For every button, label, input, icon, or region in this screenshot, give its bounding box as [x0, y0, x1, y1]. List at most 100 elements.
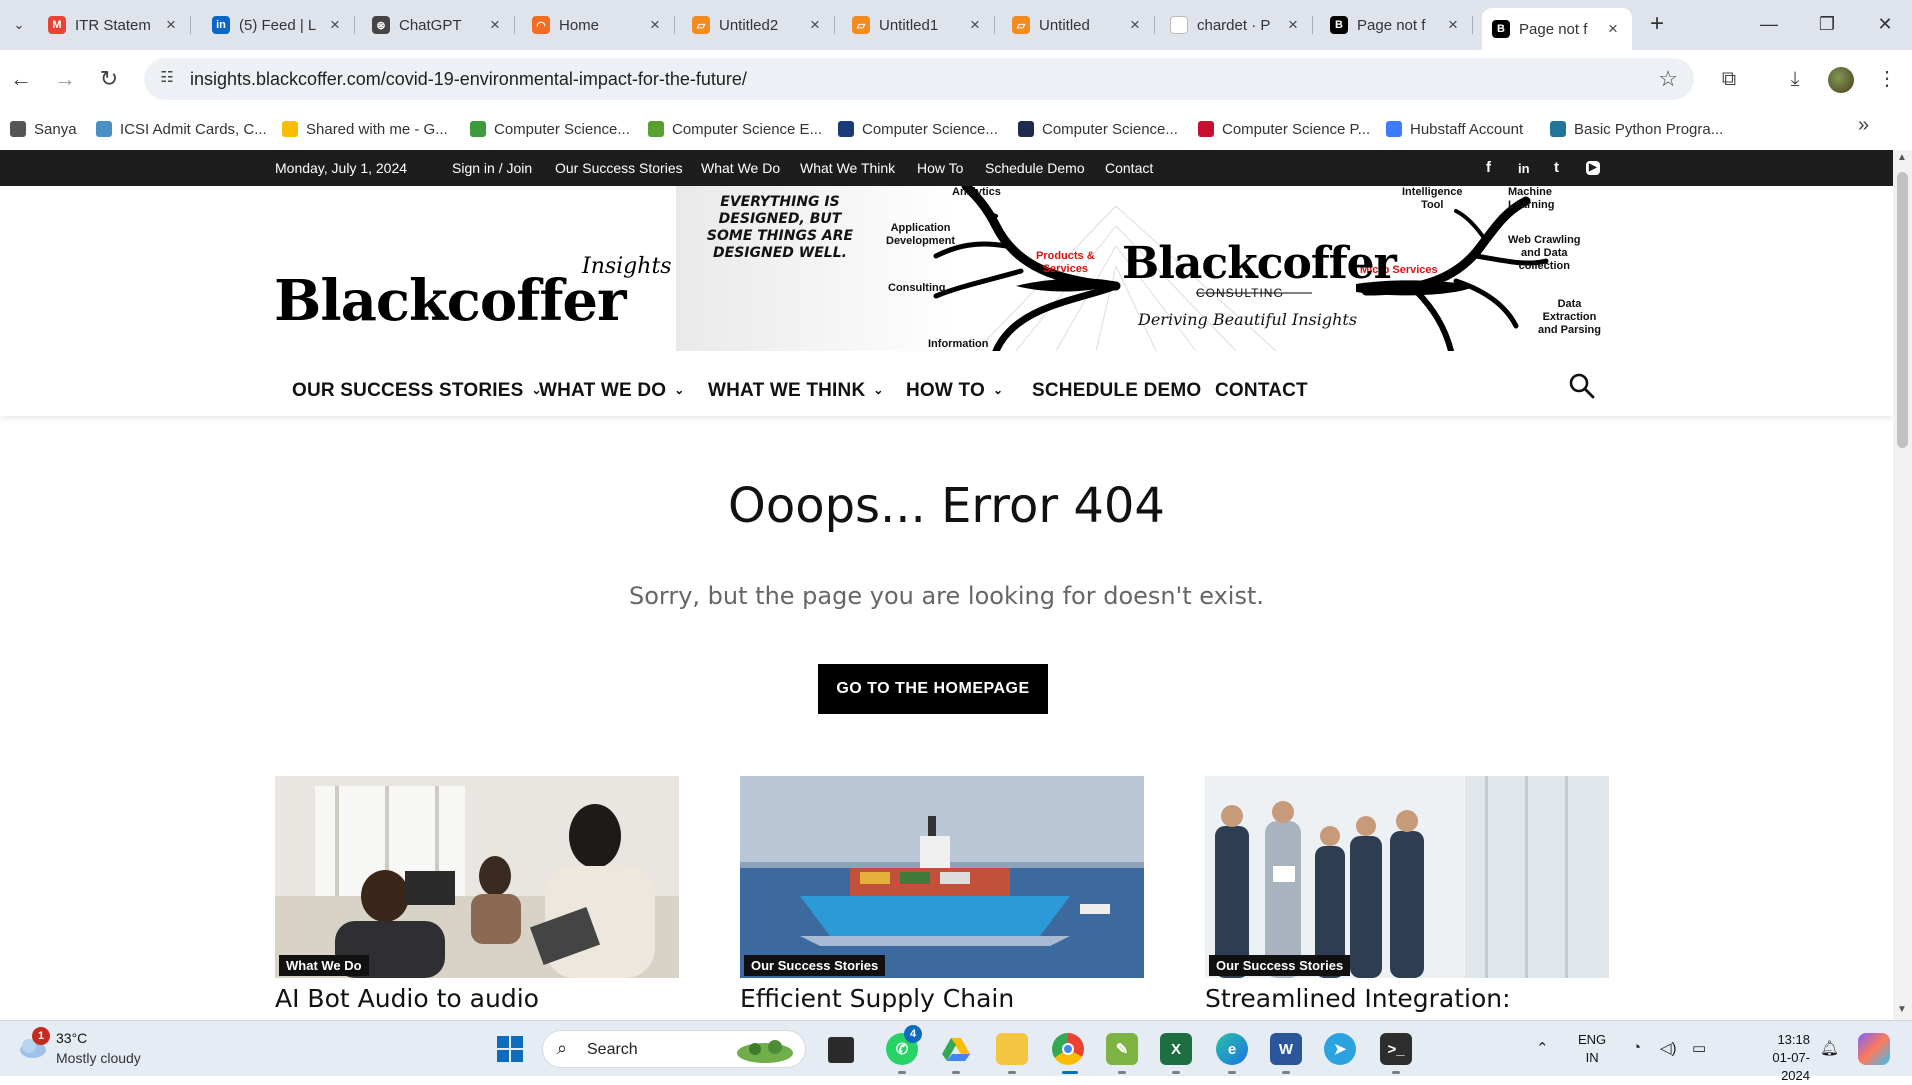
related-post-card[interactable]: What We Do AI Bot Audio to audio	[275, 776, 679, 1013]
reload-button[interactable]: ↻	[94, 64, 124, 94]
browser-tab[interactable]: chardet · P ×	[1160, 8, 1313, 42]
word-icon[interactable]: W	[1270, 1033, 1302, 1065]
bookmark-item[interactable]: Computer Science...	[838, 116, 998, 142]
post-category-badge[interactable]: What We Do	[279, 955, 369, 976]
topbar-schedule-demo-link[interactable]: Schedule Demo	[985, 160, 1085, 176]
telegram-icon[interactable]: ➤	[1324, 1033, 1356, 1065]
related-post-card[interactable]: Our Success Stories Efficient Supply Cha…	[740, 776, 1144, 1013]
weather-condition[interactable]: Mostly cloudy	[56, 1050, 141, 1066]
more-bookmarks-icon[interactable]: »	[1858, 114, 1869, 137]
nav-item-contact[interactable]: CONTACT	[1215, 380, 1308, 402]
search-icon[interactable]	[1568, 372, 1596, 400]
page-scrollbar[interactable]: ▲ ▼	[1893, 150, 1912, 1020]
image-editor-icon[interactable]: ✎	[1106, 1033, 1138, 1065]
browser-tab[interactable]: M ITR Statem ×	[38, 8, 191, 42]
task-view-icon[interactable]	[828, 1037, 854, 1063]
excel-icon[interactable]: X	[1160, 1033, 1192, 1065]
close-tab-icon[interactable]: ×	[162, 15, 180, 35]
topbar-signin-link[interactable]: Sign in / Join	[452, 160, 532, 176]
related-post-card[interactable]: Our Success Stories Streamlined Integrat…	[1205, 776, 1609, 1013]
twitter-icon[interactable]: t	[1554, 159, 1559, 176]
nav-item-our-success-stories[interactable]: OUR SUCCESS STORIES ⌄	[292, 380, 542, 402]
bookmark-item[interactable]: Computer Science E...	[648, 116, 822, 142]
browser-tab[interactable]: ◠ Home ×	[522, 8, 675, 42]
close-tab-icon[interactable]: ×	[1284, 15, 1302, 35]
topbar-how-to-link[interactable]: How To	[917, 160, 963, 176]
bookmark-item[interactable]: Computer Science...	[1018, 116, 1178, 142]
facebook-icon[interactable]: f	[1486, 159, 1491, 176]
browser-tab[interactable]: ▱ Untitled2 ×	[682, 8, 835, 42]
browser-menu-icon[interactable]: ⋮	[1872, 64, 1902, 94]
close-tab-icon[interactable]: ×	[1604, 19, 1622, 39]
scroll-up-arrow-icon[interactable]: ▲	[1897, 152, 1907, 163]
bookmark-item[interactable]: Computer Science...	[470, 116, 630, 142]
nav-item-what-we-think[interactable]: WHAT WE THINK ⌄	[708, 380, 884, 402]
browser-tab[interactable]: ▱ Untitled ×	[1002, 8, 1155, 42]
extensions-icon[interactable]: ⧉	[1714, 64, 1744, 94]
close-tab-icon[interactable]: ×	[326, 15, 344, 35]
battery-icon[interactable]: ▭	[1692, 1039, 1706, 1057]
google-drive-icon[interactable]	[940, 1033, 972, 1065]
post-category-badge[interactable]: Our Success Stories	[744, 955, 886, 976]
minimize-button[interactable]: —	[1746, 10, 1792, 38]
terminal-icon[interactable]: >_	[1380, 1033, 1412, 1065]
volume-icon[interactable]: ◁)	[1660, 1039, 1677, 1057]
browser-tab[interactable]: ▱ Untitled1 ×	[842, 8, 995, 42]
browser-tab[interactable]: B Page not f ×	[1482, 8, 1632, 50]
close-tab-icon[interactable]: ×	[966, 15, 984, 35]
new-tab-button[interactable]: +	[1644, 12, 1670, 38]
wifi-icon[interactable]: ◔	[1632, 1039, 1641, 1056]
chrome-icon[interactable]	[1052, 1033, 1084, 1065]
system-clock[interactable]: 13:18 01-07-2024	[1760, 1031, 1810, 1085]
nav-item-schedule-demo[interactable]: SCHEDULE DEMO	[1032, 380, 1201, 402]
topbar-what-we-think-link[interactable]: What We Think	[800, 160, 895, 176]
header-banner[interactable]: EVERYTHING IS DESIGNED, BUT SOME THINGS …	[676, 186, 1610, 351]
restore-button[interactable]: ❐	[1804, 10, 1850, 38]
close-tab-icon[interactable]: ×	[1444, 15, 1462, 35]
downloads-icon[interactable]: ⤓	[1780, 64, 1810, 94]
post-category-badge[interactable]: Our Success Stories	[1209, 955, 1351, 976]
browser-tab[interactable]: B Page not f ×	[1320, 8, 1473, 42]
post-thumbnail[interactable]: Our Success Stories	[740, 776, 1144, 978]
topbar-success-stories-link[interactable]: Our Success Stories	[555, 160, 683, 176]
post-thumbnail[interactable]: What We Do	[275, 776, 679, 978]
go-to-homepage-button[interactable]: GO TO THE HOMEPAGE	[818, 664, 1048, 714]
youtube-icon[interactable]: ▶	[1586, 161, 1600, 175]
bookmark-item[interactable]: ICSI Admit Cards, C...	[96, 116, 267, 142]
post-title[interactable]: Streamlined Integration:	[1205, 984, 1511, 1013]
post-thumbnail[interactable]: Our Success Stories	[1205, 776, 1609, 978]
post-title[interactable]: AI Bot Audio to audio	[275, 984, 539, 1013]
scroll-down-arrow-icon[interactable]: ▼	[1897, 1004, 1907, 1015]
bookmark-item[interactable]: Hubstaff Account	[1386, 116, 1523, 142]
topbar-contact-link[interactable]: Contact	[1105, 160, 1153, 176]
windows-start-icon[interactable]	[494, 1033, 526, 1065]
notification-bell-icon[interactable]: 🔔︎	[1820, 1039, 1839, 1057]
bookmark-item[interactable]: Shared with me - G...	[282, 116, 448, 142]
weather-temperature[interactable]: 33°C	[56, 1030, 87, 1046]
post-title[interactable]: Efficient Supply Chain	[740, 984, 1014, 1013]
forward-button[interactable]: →	[50, 64, 80, 94]
tab-search-chevron-icon[interactable]: ⌄	[6, 12, 32, 38]
close-window-button[interactable]: ✕	[1862, 10, 1908, 38]
site-logo[interactable]: Blackcoffer Insights	[274, 242, 672, 352]
browser-tab[interactable]: ⊛ ChatGPT ×	[362, 8, 515, 42]
url-text[interactable]: insights.blackcoffer.com/covid-19-enviro…	[190, 69, 747, 90]
topbar-what-we-do-link[interactable]: What We Do	[701, 160, 780, 176]
site-info-icon[interactable]: ☷	[156, 68, 178, 90]
close-tab-icon[interactable]: ×	[806, 15, 824, 35]
show-hidden-icons-chevron-icon[interactable]: ⌃	[1536, 1039, 1549, 1057]
browser-tab[interactable]: in (5) Feed | L ×	[202, 8, 355, 42]
scrollbar-thumb[interactable]	[1897, 172, 1908, 448]
close-tab-icon[interactable]: ×	[1126, 15, 1144, 35]
bookmark-star-icon[interactable]: ☆	[1658, 66, 1678, 92]
address-bar[interactable]: ☷ insights.blackcoffer.com/covid-19-envi…	[144, 58, 1694, 100]
bookmark-item[interactable]: Sanya	[10, 116, 77, 142]
profile-avatar[interactable]	[1828, 67, 1854, 93]
close-tab-icon[interactable]: ×	[646, 15, 664, 35]
bookmark-item[interactable]: Computer Science P...	[1198, 116, 1370, 142]
edge-icon[interactable]: e	[1216, 1033, 1248, 1065]
file-explorer-icon[interactable]	[996, 1033, 1028, 1065]
nav-item-how-to[interactable]: HOW TO ⌄	[906, 380, 1003, 402]
bookmark-item[interactable]: Basic Python Progra...	[1550, 116, 1723, 142]
linkedin-icon[interactable]: in	[1518, 161, 1530, 176]
